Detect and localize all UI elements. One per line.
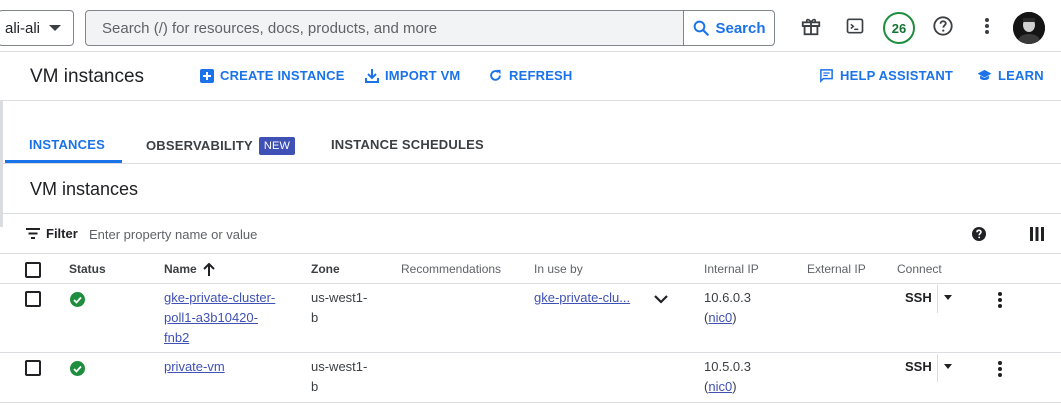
create-instance-label: CREATE INSTANCE	[220, 68, 345, 83]
instance-name-line: gke-private-cluster-	[164, 290, 276, 305]
nic-link[interactable]: nic0	[708, 379, 732, 394]
zone-line: us-west1-	[311, 359, 368, 374]
nic-wrapper: (nic0)	[704, 308, 751, 328]
select-all-checkbox[interactable]	[25, 262, 41, 278]
page-header: VM instances CREATE INSTANCE IMPORT VM R…	[0, 52, 1061, 101]
ssh-dropdown-icon[interactable]	[944, 295, 952, 300]
column-display-icon[interactable]	[1030, 227, 1044, 246]
tab-bar: INSTANCES OBSERVABILITY NEW INSTANCE SCHE…	[0, 101, 1061, 164]
instance-name-link[interactable]: private-vm	[164, 357, 225, 377]
ssh-button[interactable]: SSH	[905, 290, 932, 305]
import-vm-label: IMPORT VM	[385, 68, 461, 83]
learn-button[interactable]: LEARN	[977, 68, 1044, 83]
ssh-divider	[937, 285, 938, 313]
row-checkbox[interactable]	[25, 291, 41, 307]
create-instance-button[interactable]: CREATE INSTANCE	[200, 68, 345, 83]
column-in-use-by[interactable]: In use by	[534, 262, 583, 276]
section-title: VM instances	[30, 179, 139, 199]
column-name-label: Name	[164, 262, 197, 276]
search-icon	[694, 20, 710, 36]
tab-instance-schedules[interactable]: INSTANCE SCHEDULES	[331, 137, 484, 152]
column-zone[interactable]: Zone	[311, 262, 340, 276]
instance-name-line: poll1-a3b10420-	[164, 310, 258, 325]
check-circle-icon	[70, 292, 85, 307]
caret-down-icon	[49, 25, 61, 31]
in-use-by-link[interactable]: gke-private-clu...	[534, 288, 630, 308]
refresh-icon	[490, 69, 501, 81]
expand-chevron-icon[interactable]	[654, 290, 668, 310]
arrow-up-icon	[202, 262, 215, 276]
add-box-icon	[200, 68, 214, 83]
internal-ip-value: 10.6.0.3	[704, 290, 751, 305]
table-row: private-vm us-west1- b 10.5.0.3 (nic0) S…	[0, 353, 1061, 403]
filter-bar: Filter Enter property name or value	[0, 213, 1061, 254]
new-badge: NEW	[258, 137, 296, 155]
search-input[interactable]: Search (/) for resources, docs, products…	[86, 20, 774, 37]
chat-icon	[820, 69, 833, 83]
nic-paren: )	[732, 310, 737, 325]
cloud-shell-icon[interactable]	[843, 14, 867, 38]
column-external-ip[interactable]: External IP	[807, 262, 866, 276]
zone-cell: us-west1- b	[311, 288, 367, 328]
nic-link[interactable]: nic0	[708, 310, 732, 325]
row-more-icon[interactable]	[998, 361, 1004, 379]
top-bar: ali-ali Search (/) for resources, docs, …	[0, 0, 1061, 52]
filter-list-icon	[26, 228, 40, 239]
page-title: VM instances	[30, 66, 145, 87]
filter-label: Filter	[46, 226, 78, 241]
column-internal-ip[interactable]: Internal IP	[704, 262, 759, 276]
gift-icon[interactable]	[799, 14, 823, 38]
help-assistant-button[interactable]: HELP ASSISTANT	[819, 68, 953, 83]
instance-name-line: fnb2	[164, 330, 190, 345]
refresh-button[interactable]: REFRESH	[488, 68, 573, 83]
search-button-label: Search	[715, 19, 766, 37]
vm-instances-table: Status Name Zone Recommendations In use …	[0, 254, 1061, 403]
more-vert-icon[interactable]	[975, 14, 999, 38]
refresh-label: REFRESH	[509, 68, 573, 83]
zone-line: b	[311, 310, 319, 325]
table-row: gke-private-cluster- poll1-a3b10420- fnb…	[0, 284, 1061, 353]
zone-line: us-west1-	[311, 290, 368, 305]
help-icon[interactable]	[931, 14, 955, 38]
tab-instances[interactable]: INSTANCES	[29, 137, 105, 152]
row-more-icon[interactable]	[998, 292, 1004, 310]
help-assistant-label: HELP ASSISTANT	[840, 68, 954, 83]
check-circle-icon	[70, 361, 85, 376]
question-circle-icon[interactable]	[971, 226, 987, 247]
search-bar[interactable]: Search (/) for resources, docs, products…	[85, 10, 775, 46]
active-tab-indicator	[5, 160, 122, 163]
school-icon	[977, 69, 992, 81]
import-vm-button[interactable]: IMPORT VM	[365, 68, 460, 83]
instance-name-link[interactable]: gke-private-cluster- poll1-a3b10420- fnb…	[164, 288, 275, 348]
ssh-dropdown-icon[interactable]	[944, 364, 952, 369]
zone-cell: us-west1- b	[311, 357, 367, 397]
tab-observability-label: OBSERVABILITY	[146, 138, 253, 153]
row-checkbox[interactable]	[25, 360, 41, 376]
filter-input[interactable]: Enter property name or value	[89, 227, 257, 242]
project-name: ali-ali	[5, 19, 41, 37]
search-button[interactable]: Search	[683, 11, 774, 45]
nic-wrapper: (nic0)	[704, 377, 751, 397]
nic-paren: )	[732, 379, 737, 394]
column-status[interactable]: Status	[69, 262, 106, 276]
notifications-badge[interactable]: 26	[883, 12, 915, 44]
column-name[interactable]: Name	[164, 262, 215, 276]
avatar[interactable]	[1013, 12, 1045, 44]
zone-line: b	[311, 379, 319, 394]
filter-button[interactable]: Filter	[26, 226, 78, 241]
internal-ip-cell: 10.5.0.3 (nic0)	[704, 357, 751, 397]
ssh-button[interactable]: SSH	[905, 359, 932, 374]
tab-observability[interactable]: OBSERVABILITY NEW	[146, 137, 296, 155]
download-icon	[365, 68, 379, 83]
project-selector[interactable]: ali-ali	[0, 10, 74, 46]
ssh-divider	[937, 354, 938, 382]
internal-ip-value: 10.5.0.3	[704, 359, 751, 374]
column-recommendations[interactable]: Recommendations	[401, 262, 501, 276]
column-connect[interactable]: Connect	[897, 262, 942, 276]
internal-ip-cell: 10.6.0.3 (nic0)	[704, 288, 751, 328]
notifications-count: 26	[891, 20, 907, 36]
learn-label: LEARN	[998, 68, 1044, 83]
table-header: Status Name Zone Recommendations In use …	[0, 254, 1061, 284]
